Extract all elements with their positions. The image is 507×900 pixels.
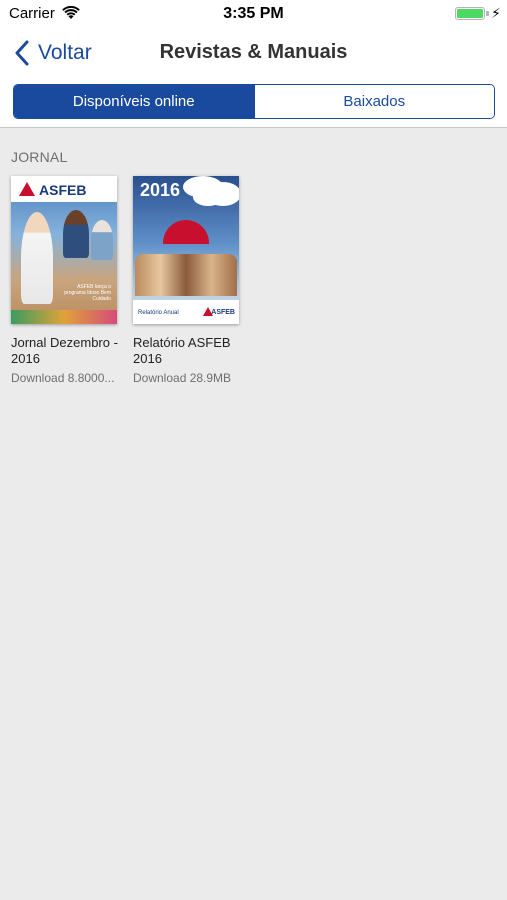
tab-online[interactable]: Disponíveis online <box>14 85 254 118</box>
cover-footer-bar <box>11 310 117 324</box>
cover-logo: ASFEB <box>39 182 87 198</box>
cover-image: 2016 Relatório Anual ASFEB <box>133 176 239 324</box>
segmented-control: Disponíveis online Baixados <box>13 84 495 119</box>
navigation-bar: Voltar Revistas & Manuais <box>0 28 507 78</box>
tab-downloaded[interactable]: Baixados <box>253 85 494 118</box>
item-title: Jornal Dezembro - 2016 <box>11 335 118 366</box>
charging-bolt-icon: ⚡ <box>491 5 501 21</box>
item-title: Relatório ASFEB 2016 <box>133 335 231 366</box>
magazine-list: JORNAL ASFEB ASFEB lança o programa Idos… <box>0 129 507 900</box>
segment-bar: Disponíveis online Baixados <box>0 78 507 128</box>
magazine-item-relatorio[interactable]: 2016 Relatório Anual ASFEB Relatório ASF… <box>133 176 245 385</box>
cover-caption: ASFEB lança o programa Idoso Bem Cuidado <box>64 284 111 302</box>
clock: 3:35 PM <box>223 5 284 22</box>
status-bar: Carrier 3:35 PM ⚡ <box>0 0 507 28</box>
cover-people <box>135 254 237 296</box>
cover-person <box>91 220 113 260</box>
item-download-size: Download 28.9MB <box>133 371 232 385</box>
cover-person <box>63 210 89 258</box>
umbrella-icon <box>163 220 209 244</box>
section-header: JORNAL <box>11 149 68 165</box>
magazine-item-jornal[interactable]: ASFEB ASFEB lança o programa Idoso Bem C… <box>11 176 123 385</box>
cover-image: ASFEB ASFEB lança o programa Idoso Bem C… <box>11 176 117 324</box>
cover-footer-text: Relatório Anual <box>138 310 179 316</box>
asfeb-logo-icon <box>19 182 35 196</box>
cover-logo: ASFEB <box>211 309 235 316</box>
item-download-size: Download 8.8000... <box>11 371 115 385</box>
battery-tip <box>486 11 489 16</box>
cover-person <box>21 212 53 304</box>
cover-cloud <box>193 188 223 206</box>
cover-year: 2016 <box>140 180 181 200</box>
page-title: Revistas & Manuais <box>159 41 348 63</box>
battery-icon <box>455 7 485 20</box>
